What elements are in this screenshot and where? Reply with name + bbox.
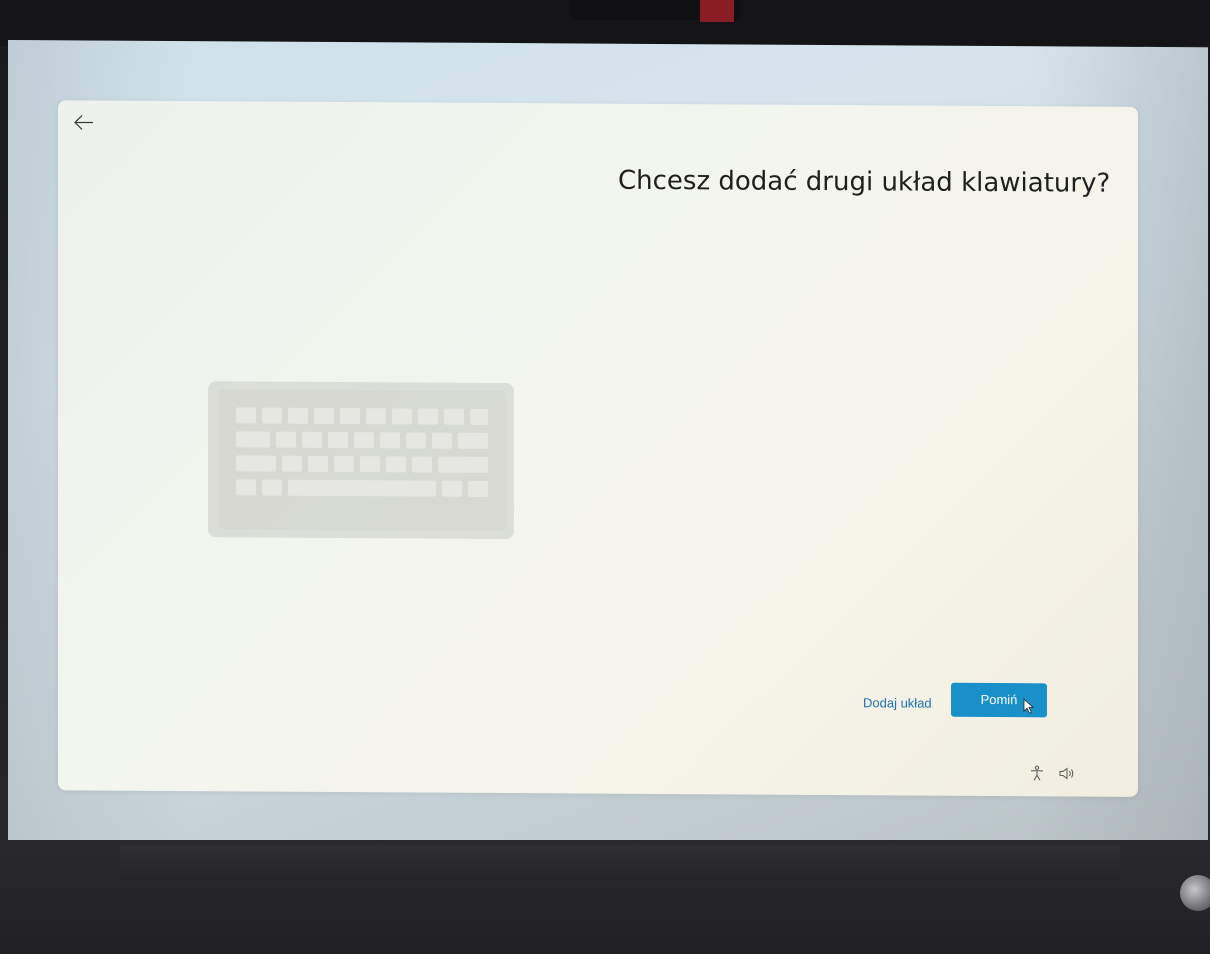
- accessibility-icon: [1031, 765, 1043, 781]
- speaker-volume-icon: [1059, 767, 1074, 780]
- oobe-dialog: Chcesz dodać drugi układ klawiatury? Dod…: [58, 100, 1138, 797]
- skip-button-label: Pomiń: [980, 691, 1018, 708]
- add-layout-button[interactable]: Dodaj układ: [853, 688, 942, 719]
- arrow-left-icon: [74, 115, 93, 130]
- webcam-indicator: [700, 0, 734, 22]
- laptop-screen: Chcesz dodać drugi układ klawiatury? Dod…: [8, 40, 1208, 848]
- back-button[interactable]: [70, 108, 98, 136]
- page-title: Chcesz dodać drugi układ klawiatury?: [618, 165, 1111, 199]
- keyboard-illustration: [206, 379, 516, 545]
- keyboard-icon: [208, 381, 514, 540]
- volume-button[interactable]: [1058, 764, 1076, 782]
- laptop-knob: [1180, 875, 1210, 911]
- accessibility-button[interactable]: [1028, 764, 1046, 782]
- mouse-pointer-icon: [1023, 698, 1035, 714]
- laptop-hinge: [120, 845, 1120, 881]
- photo-frame: Chcesz dodać drugi układ klawiatury? Dod…: [0, 0, 1210, 954]
